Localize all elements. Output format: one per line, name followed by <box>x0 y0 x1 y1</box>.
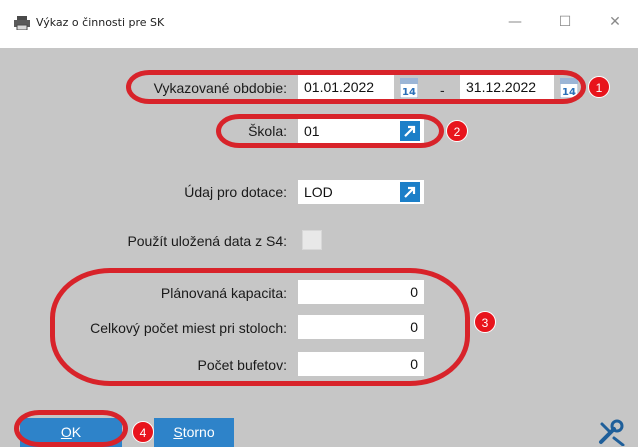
maximize-icon[interactable]: ☐ <box>550 10 580 34</box>
annotation-badge-4: 4 <box>132 421 154 443</box>
cancel-mnemonic: S <box>173 424 183 440</box>
use-saved-checkbox[interactable] <box>302 230 322 250</box>
use-saved-label: Použít uložená data z S4: <box>127 233 287 249</box>
printer-icon <box>14 16 30 30</box>
annotation-badge-3: 3 <box>474 311 496 333</box>
cancel-button[interactable]: Storno <box>154 418 234 447</box>
window-title: Výkaz o činnosti pre SK <box>36 16 165 29</box>
annotation-ring-ok <box>14 410 128 447</box>
close-icon[interactable]: ✕ <box>600 10 630 34</box>
subsidy-label: Údaj pro dotace: <box>184 184 287 200</box>
annotation-badge-1: 1 <box>588 76 610 98</box>
minimize-icon[interactable]: — <box>500 10 530 34</box>
annotation-ring-school <box>216 114 444 148</box>
annotation-ring-fields <box>50 268 470 386</box>
tools-icon[interactable] <box>596 418 628 446</box>
title-bar: Výkaz o činnosti pre SK — ☐ ✕ <box>0 0 638 48</box>
annotation-badge-2: 2 <box>446 120 468 142</box>
cancel-label: torno <box>182 424 215 440</box>
annotation-ring-period <box>126 70 586 104</box>
open-lookup-icon[interactable] <box>400 182 420 202</box>
